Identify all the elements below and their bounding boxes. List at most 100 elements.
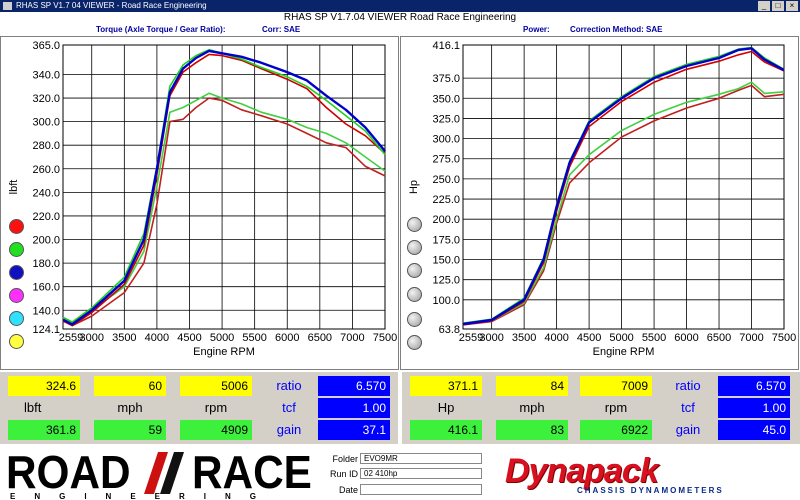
cyan-series-marker[interactable] (9, 311, 24, 326)
y-tick-label: 150.0 (432, 255, 460, 267)
torque-readout: 324.6 60 5006 lbft mph rpm 361.8 59 4909… (0, 372, 398, 444)
date-label: Date (338, 485, 358, 495)
window-titlebar[interactable]: RHAS SP V1.7 04 VIEWER - Road Race Engin… (0, 0, 800, 12)
x-axis-label: Engine RPM (193, 346, 255, 358)
y-tick-label: 124.1 (32, 324, 60, 336)
series-marker-2[interactable] (407, 240, 422, 255)
y-tick-label: 200.0 (32, 235, 60, 247)
label-tcf: tcf (681, 400, 695, 415)
readout-lbft-cursor: 324.6 (8, 376, 80, 396)
value-tcf: 1.00 (718, 398, 790, 418)
torque-chart: 25593000 3500 4000 4500 5000 5500 6000 6500 7000… (8, 40, 397, 358)
y-tick-label: 365.0 (32, 40, 60, 52)
run-id-value: 02 410hp (360, 468, 482, 479)
torque-title: Torque (Axle Torque / Gear Ratio): (96, 25, 226, 34)
x-tick-label: 3500 (512, 332, 536, 344)
y-tick-label: 100.0 (432, 295, 460, 307)
y-axis-label: lbft (8, 180, 20, 195)
x-tick-label: 6000 (275, 332, 299, 344)
value-gain: 37.1 (318, 420, 390, 440)
minimize-button[interactable]: _ (758, 1, 770, 11)
readout-hp-peak: 416.1 (410, 420, 482, 440)
readout-mph-peak: 83 (496, 420, 568, 440)
y-tick-label: 280.0 (32, 140, 60, 152)
dynapack-subtitle: CHASSIS DYNAMOMETERS (577, 486, 724, 495)
torque-corr: Corr: SAE (262, 25, 301, 34)
app-window: RHAS SP V1.7 04 VIEWER - Road Race Engin… (0, 0, 800, 500)
readout-rpm-peak: 4909 (180, 420, 252, 440)
yellow-series-marker[interactable] (9, 334, 24, 349)
x-tick-label: 5000 (609, 332, 633, 344)
run-id-label: Run ID (329, 469, 358, 479)
dynapack-logo: Dynapack CHASSIS DYNAMOMETERS (505, 454, 795, 498)
series-marker-6[interactable] (407, 335, 422, 350)
value-gain: 45.0 (718, 420, 790, 440)
x-tick-label: 5000 (210, 332, 234, 344)
power-readout: 371.1 84 7009 Hp mph rpm 416.1 83 6922 r… (402, 372, 800, 444)
readout-hp-cursor: 371.1 (410, 376, 482, 396)
folder-value: EVO9MR (360, 453, 482, 464)
y-tick-label: 340.0 (32, 69, 60, 81)
readout-mph-cursor: 84 (496, 376, 568, 396)
series-marker-1[interactable] (407, 217, 422, 232)
series-marker-3[interactable] (407, 263, 422, 278)
readout-mph-cursor: 60 (94, 376, 166, 396)
plot-area (462, 44, 785, 330)
readout-rpm-cursor: 5006 (180, 376, 252, 396)
y-tick-label: 350.0 (432, 93, 460, 105)
x-tick-label: 7000 (340, 332, 364, 344)
x-tick-label: 4000 (544, 332, 568, 344)
y-tick-label: 260.0 (32, 164, 60, 176)
label-rpm: rpm (604, 400, 628, 415)
power-chart: 25593000 3500 4000 4500 5000 5500 6000 6500 7000… (408, 40, 796, 358)
torque-panel: 2559 3000 3500 4000 4500 5000 5500 6000 6500 7000… (0, 36, 399, 370)
series-marker-5[interactable] (407, 312, 422, 327)
y-tick-label: 225.0 (432, 194, 460, 206)
x-tick-label: 4500 (577, 332, 601, 344)
label-ratio: ratio (276, 378, 302, 393)
x-tick-label: 3500 (112, 332, 136, 344)
y-tick-label: 240.0 (32, 187, 60, 199)
power-panel: 2559 3000 3500 4000 4500 5000 5500 6000 6500 7000… (400, 36, 799, 370)
x-tick-label: 3000 (79, 332, 103, 344)
green-series-marker[interactable] (9, 242, 24, 257)
readout-rpm-peak: 6922 (580, 420, 652, 440)
y-tick-label: 140.0 (32, 305, 60, 317)
x-tick-label: 7500 (772, 332, 796, 344)
y-tick-label: 325.0 (432, 113, 460, 125)
label-mph: mph (117, 400, 143, 415)
power-corr: Correction Method: SAE (570, 25, 663, 34)
app-header: RHAS SP V1.7.04 VIEWER Road Race Enginee… (283, 12, 517, 23)
value-ratio: 6.570 (718, 376, 790, 396)
y-tick-label: 375.0 (432, 73, 460, 85)
value-tcf: 1.00 (318, 398, 390, 418)
window-title: RHAS SP V1.7 04 VIEWER - Road Race Engin… (16, 1, 207, 10)
blue-series-marker[interactable] (9, 265, 24, 280)
date-value (360, 484, 482, 495)
x-tick-label: 5500 (642, 332, 666, 344)
series-marker-4[interactable] (407, 287, 422, 302)
red-series-marker[interactable] (9, 219, 24, 234)
logo-race-text: RACE (192, 446, 312, 498)
logo-slash-icon (144, 452, 184, 494)
x-tick-label: 7500 (373, 332, 397, 344)
dynapack-text: Dynapack (505, 452, 659, 490)
y-axis-label: Hp (408, 180, 420, 194)
y-tick-label: 175.0 (432, 234, 460, 246)
x-tick-label: 3000 (479, 332, 503, 344)
x-axis-label: Engine RPM (593, 346, 655, 358)
label-ratio: ratio (675, 378, 701, 393)
x-tick-label: 6000 (674, 332, 698, 344)
power-title: Power: (523, 25, 550, 34)
footer: ROAD RACE ENGINEERING Folder EVO9MR Run … (0, 448, 800, 500)
y-tick-label: 320.0 (32, 93, 60, 105)
x-tick-label: 6500 (707, 332, 731, 344)
maximize-button[interactable]: □ (772, 1, 784, 11)
magenta-series-marker[interactable] (9, 288, 24, 303)
close-button[interactable]: × (786, 1, 798, 11)
x-tick-label: 6500 (308, 332, 332, 344)
y-tick-label: 200.0 (432, 214, 460, 226)
x-tick-label: 5500 (242, 332, 266, 344)
x-tick-label: 4000 (145, 332, 169, 344)
y-tick-label: 180.0 (32, 258, 60, 270)
